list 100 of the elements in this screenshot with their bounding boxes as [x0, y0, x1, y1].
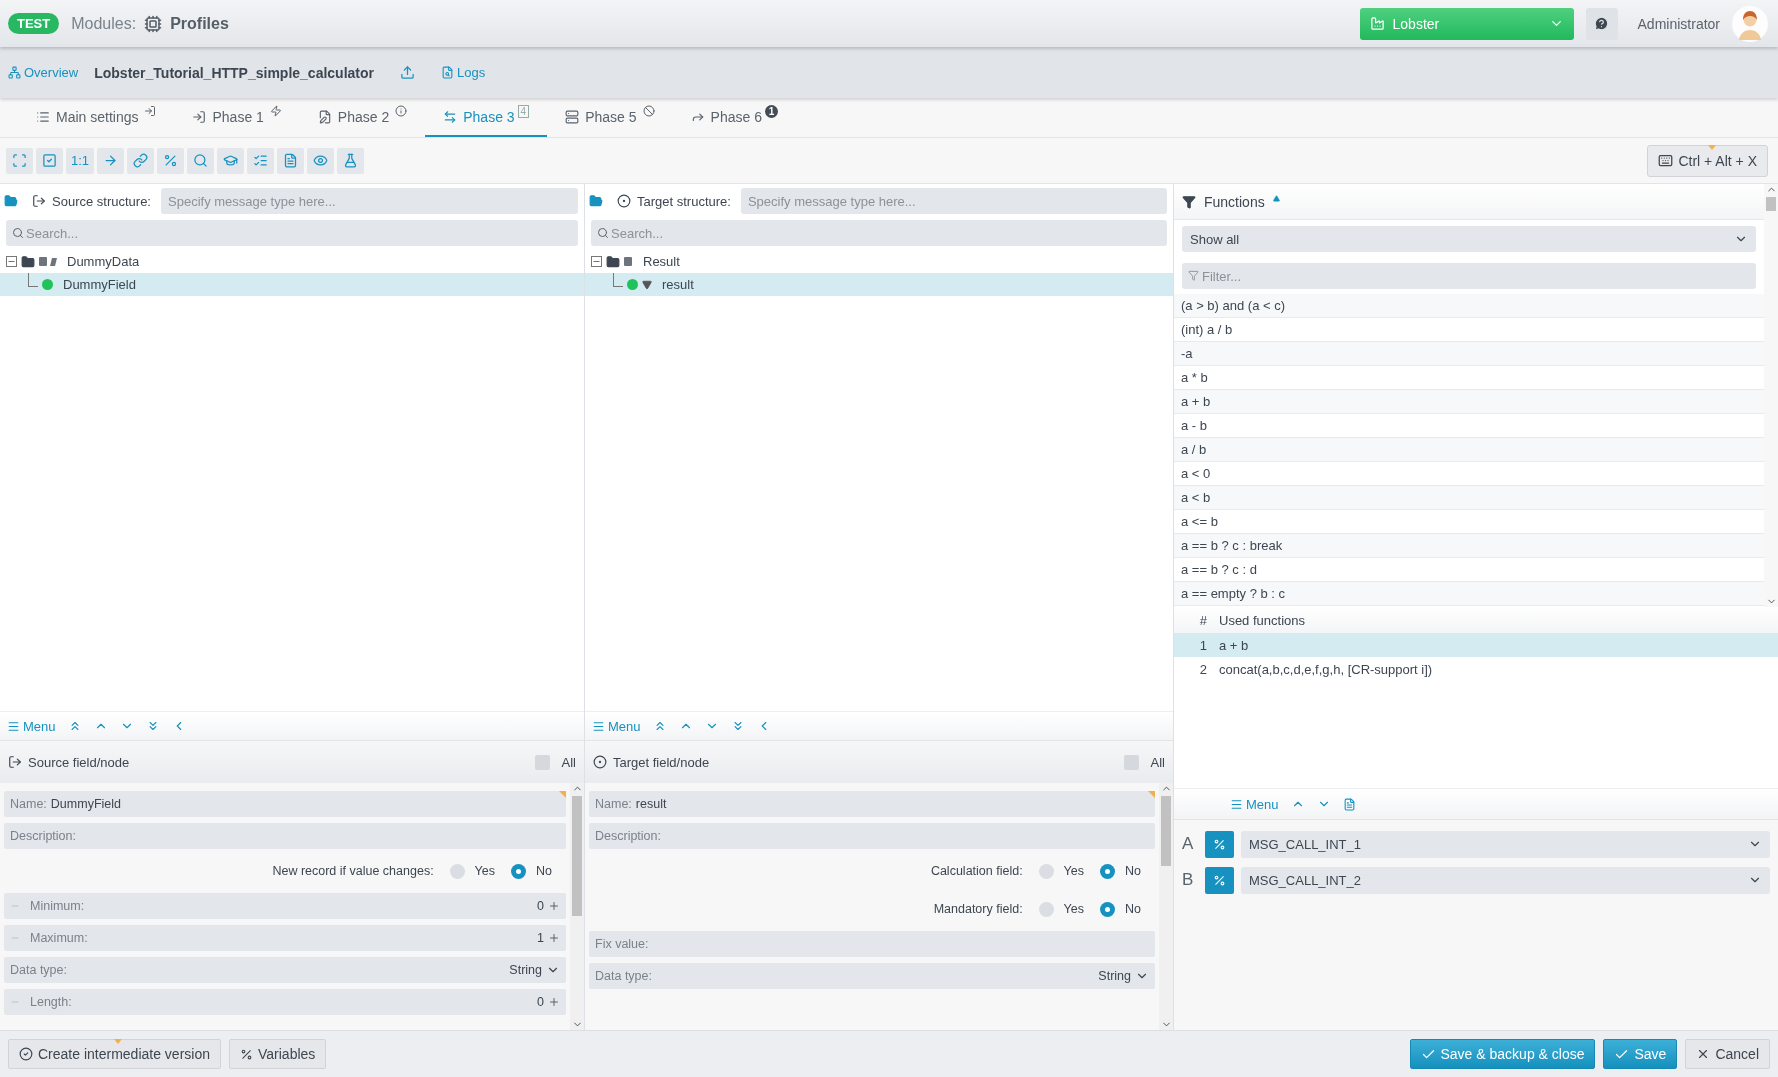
flask-button[interactable]: [337, 147, 365, 174]
radio-button[interactable]: [449, 863, 465, 879]
increment-icon[interactable]: [548, 900, 560, 912]
arrow-right-button[interactable]: [97, 147, 125, 174]
used-function-row[interactable]: 1 a + b: [1174, 633, 1778, 657]
radio-label: No: [1125, 864, 1141, 878]
target-icon: [593, 755, 607, 769]
file-search-icon: [441, 66, 454, 79]
text-field[interactable]: Name: DummyField: [4, 791, 566, 817]
number-field[interactable]: Length: 0: [4, 989, 566, 1015]
search-field[interactable]: Search...: [591, 220, 1167, 246]
collapse-icon[interactable]: [6, 256, 17, 267]
function-item[interactable]: (a > b) and (a < c): [1174, 294, 1764, 318]
filter-field[interactable]: Filter...: [1182, 263, 1756, 289]
radio-button[interactable]: [511, 863, 526, 879]
variables-button[interactable]: Variables: [229, 1039, 327, 1069]
tree-row[interactable]: DummyField: [0, 273, 584, 296]
checkbox[interactable]: [534, 754, 550, 770]
select-field[interactable]: Data type: String: [589, 963, 1155, 989]
user-name[interactable]: Administrator: [1637, 15, 1720, 32]
radio-button[interactable]: [1038, 863, 1054, 879]
flask-icon: [343, 153, 359, 168]
column-header: Used functions: [1219, 612, 1305, 628]
upload-icon[interactable]: [400, 65, 415, 80]
sort-icon[interactable]: [1272, 195, 1280, 202]
cardinality-icon: [624, 257, 633, 266]
search-icon: [193, 153, 209, 168]
search-field[interactable]: Search...: [6, 220, 578, 246]
tree-label: Result: [643, 254, 680, 269]
graduation-cap-button[interactable]: [217, 147, 245, 174]
list-button[interactable]: [247, 147, 275, 174]
link-button[interactable]: [127, 147, 155, 174]
number-field[interactable]: Minimum: 0: [4, 893, 566, 919]
scrollbar-thumb[interactable]: [1161, 796, 1171, 866]
menu-icon: [1230, 797, 1243, 811]
eye-button[interactable]: [307, 147, 335, 174]
function-item[interactable]: a < b: [1174, 486, 1764, 510]
expand-button[interactable]: [6, 147, 33, 174]
cancel-button[interactable]: Cancel: [1685, 1039, 1770, 1069]
tab[interactable]: Phase 1: [174, 98, 300, 137]
increment-icon[interactable]: [548, 932, 560, 944]
message-type-field[interactable]: Specify message type here...: [161, 188, 578, 214]
parameter-dropdown[interactable]: MSG_CALL_INT_2: [1241, 866, 1770, 894]
intermediate-version-button[interactable]: Create intermediate version: [8, 1039, 221, 1069]
select-field[interactable]: Data type: String: [4, 957, 566, 983]
list-icon: [253, 153, 269, 168]
module-name: Profiles: [170, 14, 229, 33]
function-item[interactable]: -a: [1174, 342, 1764, 366]
field-label: Mandatory field:: [933, 902, 1023, 916]
parameter-dropdown[interactable]: MSG_CALL_INT_1: [1241, 830, 1770, 858]
tab[interactable]: Phase 6 1: [672, 98, 796, 137]
text-field[interactable]: Name: result: [589, 791, 1155, 817]
panel-title: Target structure:: [637, 193, 731, 209]
number-field[interactable]: Maximum: 1: [4, 925, 566, 951]
used-function-row[interactable]: 2 concat(a,b,c,d,e,f,g,h, [CR-support i]): [1174, 657, 1778, 681]
scrollbar[interactable]: [1159, 783, 1173, 1030]
scrollbar-thumb[interactable]: [572, 796, 582, 916]
collapse-icon[interactable]: [591, 256, 602, 267]
percent-button[interactable]: [1205, 866, 1234, 894]
tree-row[interactable]: DummyData: [0, 250, 584, 273]
environment-badge: TEST: [8, 13, 60, 34]
checkbox-button[interactable]: [36, 147, 63, 174]
message-type-field[interactable]: Specify message type here...: [740, 188, 1167, 214]
exit-icon: [32, 194, 46, 208]
radio-button[interactable]: [1100, 863, 1115, 879]
factory-icon: [1369, 16, 1385, 31]
percent-icon: [1213, 873, 1226, 887]
document-icon: [283, 153, 299, 168]
profile-name: Lobster_Tutorial_HTTP_simple_calculator: [94, 64, 374, 81]
tree-row[interactable]: result: [585, 273, 1173, 296]
tab[interactable]: Phase 2: [299, 98, 426, 137]
function-item[interactable]: a == empty ? b : c: [1174, 582, 1764, 606]
document-button[interactable]: [277, 147, 305, 174]
tab[interactable]: Phase 5: [547, 98, 673, 137]
folder-icon[interactable]: [589, 194, 603, 208]
tree-row[interactable]: Result: [585, 250, 1173, 273]
tree-label: DummyField: [63, 277, 136, 292]
scrollbar[interactable]: [570, 783, 584, 1030]
function-item[interactable]: a / b: [1174, 438, 1764, 462]
list-icon: [36, 109, 50, 124]
function-item[interactable]: a + b: [1174, 390, 1764, 414]
radio-button[interactable]: [1038, 901, 1054, 917]
percent-button[interactable]: [1205, 830, 1234, 858]
column-header: #: [1198, 612, 1208, 628]
function-item[interactable]: a == b ? c : break: [1174, 534, 1764, 558]
search-icon: [12, 227, 24, 239]
shortcut-button[interactable]: Ctrl + Alt + X: [1647, 144, 1768, 177]
scrollbar-thumb[interactable]: [1766, 197, 1776, 211]
folder-icon[interactable]: [4, 194, 18, 208]
help-button[interactable]: [1585, 7, 1618, 40]
tab[interactable]: Main settings: [18, 98, 175, 137]
percent-button[interactable]: [157, 147, 185, 174]
checkbox[interactable]: [1123, 754, 1139, 770]
radio-button[interactable]: [1100, 901, 1115, 917]
percent-icon: [1213, 837, 1226, 851]
parameter-letter: A: [1182, 834, 1195, 854]
document-icon[interactable]: [1342, 797, 1356, 811]
search-button[interactable]: [187, 147, 215, 174]
increment-icon[interactable]: [548, 996, 560, 1008]
filter-dropdown[interactable]: Show all: [1182, 226, 1756, 252]
